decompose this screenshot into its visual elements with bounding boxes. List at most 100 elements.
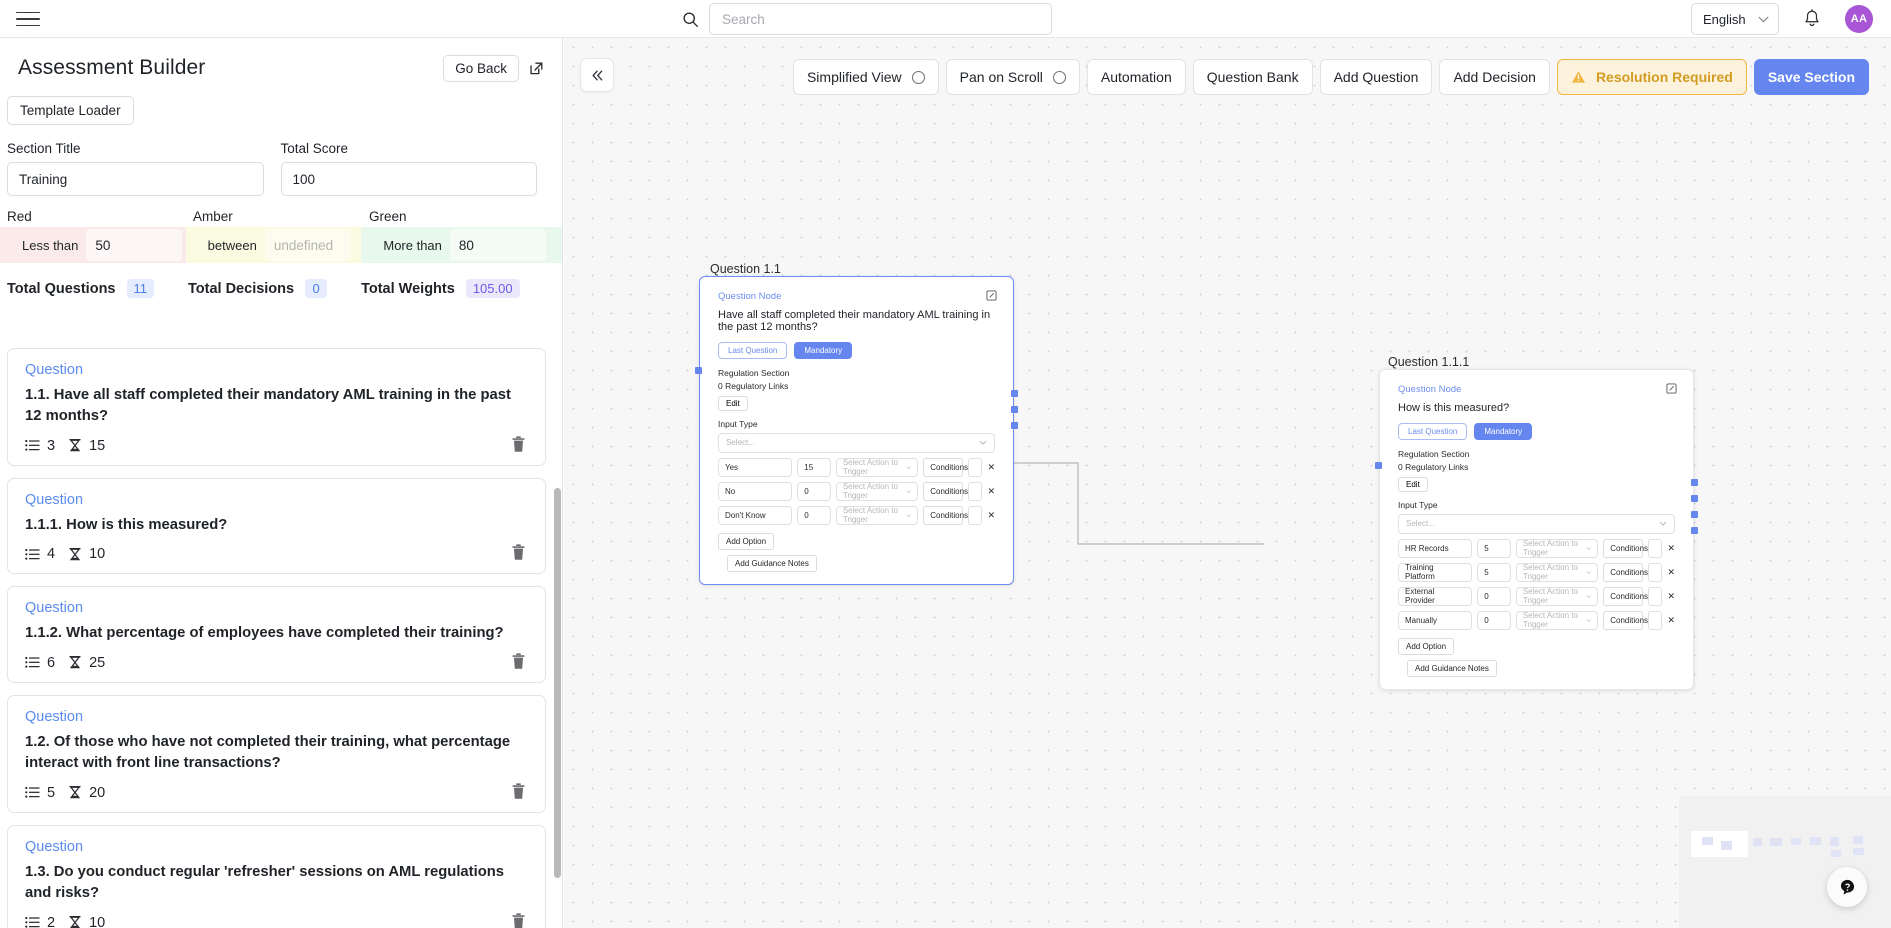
language-selector[interactable]: English xyxy=(1691,3,1779,35)
option-score[interactable]: 0 xyxy=(797,482,831,501)
bell-icon[interactable] xyxy=(1801,8,1823,30)
node-input-port[interactable] xyxy=(695,367,702,374)
option-name[interactable]: Yes xyxy=(718,458,792,477)
option-name[interactable]: External Provider xyxy=(1398,587,1472,606)
node-input-port[interactable] xyxy=(1375,462,1382,469)
pan-on-scroll-toggle[interactable]: Pan on Scroll xyxy=(946,59,1080,95)
delete-question-icon[interactable] xyxy=(511,913,526,928)
flow-canvas[interactable]: Simplified View Pan on Scroll Automation… xyxy=(564,38,1891,928)
collapse-panel-button[interactable] xyxy=(580,58,614,92)
green-threshold-input[interactable] xyxy=(450,229,546,261)
question-card[interactable]: Question1.3. Do you conduct regular 'ref… xyxy=(7,825,546,928)
node-output-port[interactable] xyxy=(1011,422,1018,429)
option-action-select[interactable]: Select Action to Trigger xyxy=(1516,563,1598,582)
option-score[interactable]: 0 xyxy=(797,506,831,525)
option-extra-box[interactable] xyxy=(1648,611,1662,630)
option-conditions-button[interactable]: Conditions xyxy=(1603,611,1643,630)
option-score[interactable]: 0 xyxy=(1477,587,1511,606)
question-list[interactable]: Question1.1. Have all staff completed th… xyxy=(0,348,563,928)
question-node[interactable]: Question NodeHow is this measured?Last Q… xyxy=(1379,369,1694,690)
external-link-icon[interactable] xyxy=(528,60,545,77)
node-edit-button[interactable]: Edit xyxy=(1398,477,1428,492)
option-name[interactable]: Manually xyxy=(1398,611,1472,630)
option-remove-icon[interactable]: ✕ xyxy=(987,462,995,473)
option-remove-icon[interactable]: ✕ xyxy=(1667,543,1675,554)
question-bank-button[interactable]: Question Bank xyxy=(1193,59,1313,95)
question-card[interactable]: Question1.1. Have all staff completed th… xyxy=(7,348,546,466)
section-title-input[interactable] xyxy=(7,162,264,196)
red-threshold-input[interactable] xyxy=(86,229,182,261)
option-extra-box[interactable] xyxy=(1648,539,1662,558)
question-card[interactable]: Question1.2. Of those who have not compl… xyxy=(7,695,546,813)
option-conditions-button[interactable]: Conditions xyxy=(1603,587,1643,606)
minimap[interactable] xyxy=(1679,796,1891,928)
delete-question-icon[interactable] xyxy=(511,436,526,453)
option-conditions-button[interactable]: Conditions xyxy=(923,482,963,501)
question-node[interactable]: Question NodeHave all staff completed th… xyxy=(699,276,1014,585)
delete-question-icon[interactable] xyxy=(511,783,526,800)
node-output-port[interactable] xyxy=(1691,495,1698,502)
option-name[interactable]: Training Platform xyxy=(1398,563,1472,582)
option-conditions-button[interactable]: Conditions xyxy=(1603,539,1643,558)
option-action-select[interactable]: Select Action to Trigger xyxy=(1516,611,1598,630)
node-output-port[interactable] xyxy=(1691,479,1698,486)
node-input-type-select[interactable]: Select... xyxy=(718,433,995,453)
option-action-select[interactable]: Select Action to Trigger xyxy=(836,482,918,501)
hamburger-menu-icon[interactable] xyxy=(16,8,40,30)
option-extra-box[interactable] xyxy=(1648,563,1662,582)
node-output-port[interactable] xyxy=(1011,406,1018,413)
delete-question-icon[interactable] xyxy=(511,544,526,561)
mandatory-chip[interactable]: Mandatory xyxy=(1474,423,1532,440)
save-section-button[interactable]: Save Section xyxy=(1754,59,1869,95)
option-action-select[interactable]: Select Action to Trigger xyxy=(836,458,918,477)
option-conditions-button[interactable]: Conditions xyxy=(923,458,963,477)
option-score[interactable]: 5 xyxy=(1477,563,1511,582)
question-card[interactable]: Question1.1.1. How is this measured?410 xyxy=(7,478,546,574)
option-score[interactable]: 5 xyxy=(1477,539,1511,558)
expand-node-icon[interactable] xyxy=(986,290,997,301)
automation-button[interactable]: Automation xyxy=(1087,59,1186,95)
option-action-select[interactable]: Select Action to Trigger xyxy=(1516,539,1598,558)
option-remove-icon[interactable]: ✕ xyxy=(987,486,995,497)
node-output-port[interactable] xyxy=(1011,390,1018,397)
last-question-chip[interactable]: Last Question xyxy=(1398,423,1467,440)
resolution-required-button[interactable]: Resolution Required xyxy=(1557,59,1747,95)
mandatory-chip[interactable]: Mandatory xyxy=(794,342,852,359)
help-button[interactable] xyxy=(1827,867,1867,907)
node-add-option-button[interactable]: Add Option xyxy=(1398,638,1454,655)
node-edit-button[interactable]: Edit xyxy=(718,396,748,411)
template-loader-button[interactable]: Template Loader xyxy=(7,96,134,125)
node-output-port[interactable] xyxy=(1691,511,1698,518)
node-add-guidance-button[interactable]: Add Guidance Notes xyxy=(1407,660,1497,677)
option-name[interactable]: HR Records xyxy=(1398,539,1472,558)
option-extra-box[interactable] xyxy=(968,482,982,501)
expand-node-icon[interactable] xyxy=(1666,383,1677,394)
question-card[interactable]: Question1.1.2. What percentage of employ… xyxy=(7,586,546,682)
delete-question-icon[interactable] xyxy=(511,653,526,670)
total-score-input[interactable] xyxy=(281,162,538,196)
go-back-button[interactable]: Go Back xyxy=(443,55,519,82)
avatar[interactable]: AA xyxy=(1845,5,1873,33)
add-decision-button[interactable]: Add Decision xyxy=(1439,59,1550,95)
node-add-option-button[interactable]: Add Option xyxy=(718,533,774,550)
option-conditions-button[interactable]: Conditions xyxy=(1603,563,1643,582)
option-conditions-button[interactable]: Conditions xyxy=(923,506,963,525)
node-output-port[interactable] xyxy=(1691,527,1698,534)
option-extra-box[interactable] xyxy=(968,506,982,525)
node-input-type-select[interactable]: Select... xyxy=(1398,514,1675,534)
add-question-button[interactable]: Add Question xyxy=(1320,59,1433,95)
search-input[interactable] xyxy=(709,3,1052,35)
option-remove-icon[interactable]: ✕ xyxy=(1667,591,1675,602)
option-remove-icon[interactable]: ✕ xyxy=(1667,615,1675,626)
node-add-guidance-button[interactable]: Add Guidance Notes xyxy=(727,555,817,572)
option-remove-icon[interactable]: ✕ xyxy=(1667,567,1675,578)
last-question-chip[interactable]: Last Question xyxy=(718,342,787,359)
option-action-select[interactable]: Select Action to Trigger xyxy=(836,506,918,525)
simplified-view-toggle[interactable]: Simplified View xyxy=(793,59,939,95)
question-list-scrollbar[interactable] xyxy=(554,488,561,878)
option-extra-box[interactable] xyxy=(968,458,982,477)
option-score[interactable]: 15 xyxy=(797,458,831,477)
option-name[interactable]: Don't Know xyxy=(718,506,792,525)
option-remove-icon[interactable]: ✕ xyxy=(987,510,995,521)
minimap-viewport[interactable] xyxy=(1691,831,1748,857)
